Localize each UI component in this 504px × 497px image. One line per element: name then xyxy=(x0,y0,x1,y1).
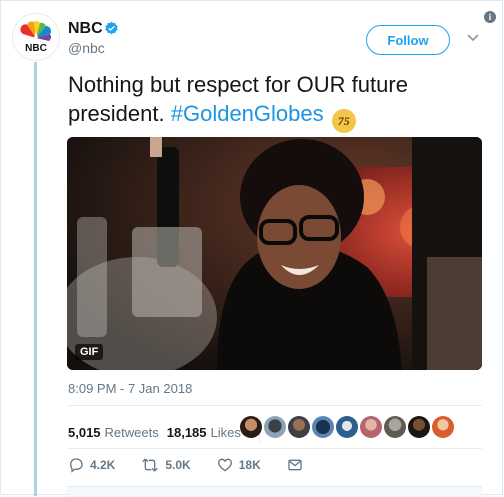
retweet-icon xyxy=(142,458,159,472)
divider xyxy=(67,448,482,449)
reply-button[interactable]: 4.2K xyxy=(68,457,115,473)
liker-avatar[interactable] xyxy=(264,416,286,438)
retweets-count: 5,015 xyxy=(68,424,101,440)
reply-box-edge xyxy=(67,486,482,497)
reply-icon xyxy=(69,458,83,473)
gif-still-image xyxy=(67,137,482,370)
liker-avatar[interactable] xyxy=(240,416,262,438)
media-gif[interactable]: GIF xyxy=(67,137,482,370)
gif-badge: GIF xyxy=(75,344,104,360)
info-icon[interactable]: i xyxy=(484,11,496,23)
retweet-button[interactable]: 5.0K xyxy=(141,457,191,473)
reply-count: 4.2K xyxy=(90,458,116,472)
tweet-text: Nothing but respect for OUR future presi… xyxy=(68,70,488,133)
liker-avatar[interactable] xyxy=(288,416,310,438)
follow-button[interactable]: Follow xyxy=(366,25,450,55)
like-icon xyxy=(217,458,232,472)
dm-button[interactable] xyxy=(287,457,303,473)
like-count: 18K xyxy=(238,458,261,472)
liker-avatars xyxy=(240,416,454,438)
hashtag-link[interactable]: #GoldenGlobes xyxy=(171,101,324,126)
handle[interactable]: @nbc xyxy=(68,40,105,56)
tweet-stats: 5,015 Retweets 18,185 Likes xyxy=(68,420,260,444)
likes-label: Likes xyxy=(210,424,241,440)
thread-line xyxy=(34,62,37,496)
likes-stat[interactable]: 18,185 Likes xyxy=(167,425,241,440)
timestamp[interactable]: 8:09 PM - 7 Jan 2018 xyxy=(68,381,192,396)
liker-avatar[interactable] xyxy=(336,416,358,438)
display-name[interactable]: NBC xyxy=(68,20,103,38)
liker-avatar[interactable] xyxy=(408,416,430,438)
golden-globes-75-badge: 75 xyxy=(331,109,356,133)
liker-avatar[interactable] xyxy=(312,416,334,438)
retweet-count: 5.0K xyxy=(165,458,191,472)
tweet-actions: 4.2K 5.0K 18K xyxy=(68,457,329,473)
divider xyxy=(67,405,482,406)
liker-avatar[interactable] xyxy=(384,416,406,438)
liker-avatar[interactable] xyxy=(432,416,454,438)
verified-icon xyxy=(105,21,118,35)
like-button[interactable]: 18K xyxy=(217,457,261,473)
likes-count: 18,185 xyxy=(166,424,207,440)
liker-avatar[interactable] xyxy=(360,416,382,438)
dm-icon xyxy=(288,459,302,471)
retweets-label: Retweets xyxy=(104,424,159,440)
chevron-down-icon[interactable] xyxy=(467,33,479,43)
svg-text:NBC: NBC xyxy=(25,43,47,54)
nbc-peacock-logo: NBC xyxy=(13,14,59,60)
avatar[interactable]: NBC xyxy=(13,14,59,60)
retweets-stat[interactable]: 5,015 Retweets xyxy=(68,425,159,440)
